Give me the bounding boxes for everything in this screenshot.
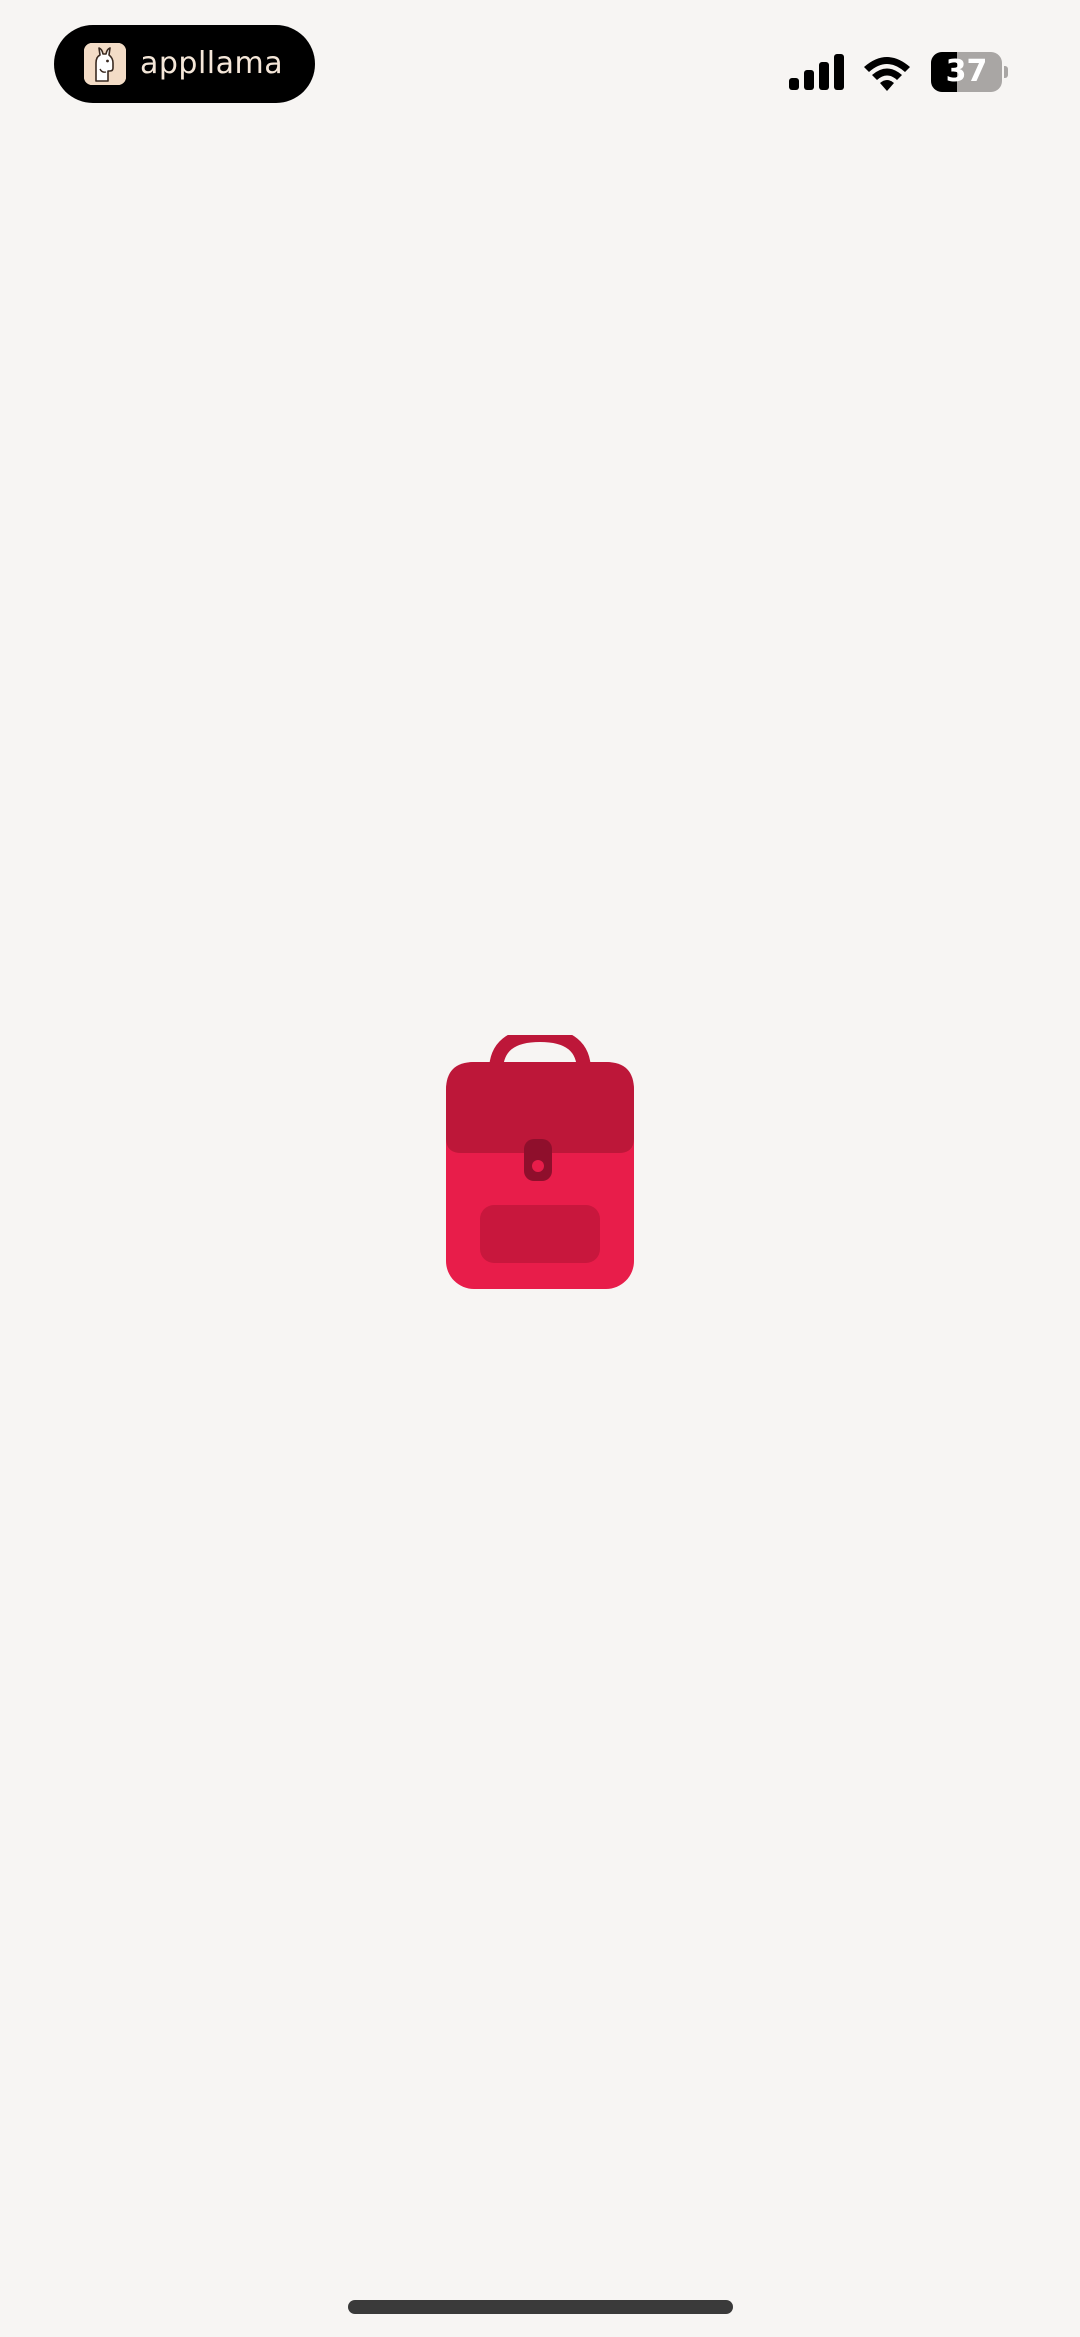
wifi-icon [864,57,910,91]
app-name: appllama [140,46,284,81]
status-bar: appllama 37 [0,0,1080,140]
app-pill[interactable]: appllama [54,25,315,103]
llama-logo-icon [84,43,126,85]
battery-percent: 37 [945,54,988,89]
battery-icon: 37 [931,52,1008,92]
signal-icon [789,54,844,90]
home-indicator[interactable] [348,2300,733,2314]
backpack-icon [446,1035,634,1289]
